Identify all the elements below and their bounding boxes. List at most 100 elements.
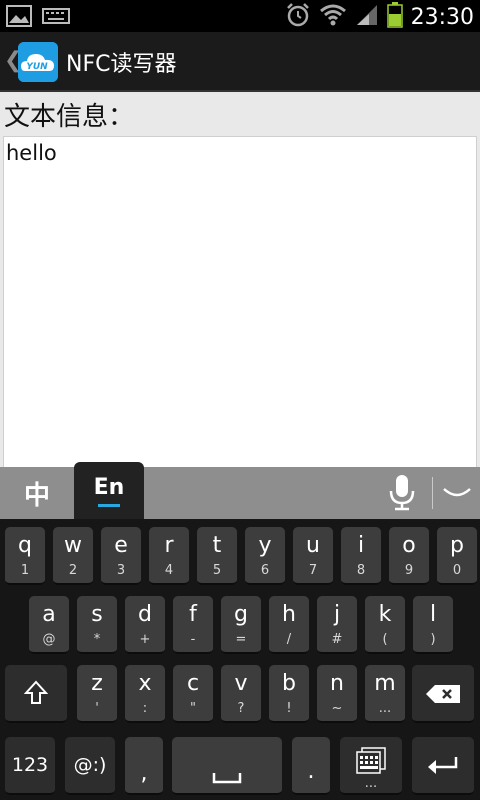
key-t[interactable]: t5 (197, 527, 237, 585)
key-enter[interactable] (412, 737, 474, 795)
key-label: l (429, 602, 437, 627)
key-u[interactable]: u7 (293, 527, 333, 585)
key-sub-label: : (142, 701, 148, 716)
alarm-icon (285, 2, 311, 32)
key-backspace[interactable] (412, 665, 474, 723)
key-shift[interactable] (5, 665, 67, 723)
lang-chinese-label: 中 (23, 480, 50, 511)
clock: 23:30 (410, 4, 474, 30)
shift-icon (24, 680, 48, 704)
key-sub-label: 1 (20, 563, 30, 578)
text-info-field[interactable]: hello (3, 136, 477, 468)
key-123[interactable]: 123 (5, 737, 55, 795)
key-label: b (282, 671, 296, 696)
key-s[interactable]: s * (77, 596, 117, 654)
key-label: r (164, 533, 174, 558)
key-sub-label: ' (95, 701, 99, 716)
key-label: f (189, 602, 197, 627)
keyboard-toolbar: 中 En (0, 462, 480, 519)
key-label: q (18, 533, 32, 558)
key-sub-label: ! (286, 701, 292, 716)
key-b[interactable]: b! (269, 665, 309, 723)
key-l[interactable]: l) (413, 596, 453, 654)
key-label: p (450, 533, 464, 558)
key-sub-label: + (139, 632, 151, 647)
hide-keyboard-icon[interactable] (440, 481, 474, 505)
key-h[interactable]: h / (269, 596, 309, 654)
status-bar: 23:30 (0, 0, 480, 32)
key-k[interactable]: k( (365, 596, 405, 654)
key-space[interactable] (172, 737, 282, 795)
key-sub-label: ... (378, 701, 392, 716)
lang-chinese-tab[interactable]: 中 (0, 467, 74, 519)
key-label: h (282, 602, 296, 627)
key-i[interactable]: i8 (341, 527, 381, 585)
key-f[interactable]: f- (173, 596, 213, 654)
key-comma[interactable]: , (125, 737, 163, 795)
key-label: x (138, 671, 152, 696)
key-label: e (114, 533, 128, 558)
key-g[interactable]: g = (221, 596, 261, 654)
grid-keyboard-icon (356, 747, 386, 774)
key-sub-label: / (286, 632, 292, 647)
key-o[interactable]: o9 (389, 527, 429, 585)
key-sub-label: @ (42, 632, 56, 647)
key-label: n (330, 671, 344, 696)
key-r[interactable]: r4 (149, 527, 189, 585)
key-c[interactable]: c " (173, 665, 213, 723)
key-w[interactable]: w2 (53, 527, 93, 585)
backspace-icon (426, 685, 460, 703)
key-m[interactable]: m... (365, 665, 405, 723)
key-emoticon[interactable]: @:) (65, 737, 115, 795)
key-label: g (234, 602, 248, 627)
key-v[interactable]: v? (221, 665, 261, 723)
key-sub-label: 3 (116, 563, 126, 578)
key-label: w (64, 533, 82, 558)
key-sub-label: " (190, 701, 196, 716)
key-d[interactable]: d + (125, 596, 165, 654)
key-y[interactable]: y6 (245, 527, 285, 585)
text-info-label: 文本信息： (4, 102, 135, 132)
key-label: m (374, 671, 396, 696)
key-n[interactable]: n ~ (317, 665, 357, 723)
key-x[interactable]: x: (125, 665, 165, 723)
app-title: NFC读写器 (66, 52, 177, 77)
key-sub-label: 6 (260, 563, 270, 578)
key-a[interactable]: a @ (29, 596, 69, 654)
key-sub-label: 7 (308, 563, 318, 578)
key-label: o (402, 533, 416, 558)
key-label: k (378, 602, 392, 627)
key-sub-label: 8 (356, 563, 366, 578)
key-keyboard-switch[interactable]: ... (340, 737, 402, 795)
key-keyboard-switch-sub: ... (364, 776, 378, 791)
keyboard-icon (42, 5, 70, 31)
key-period-label: . (307, 759, 315, 784)
key-e[interactable]: e3 (101, 527, 141, 585)
image-icon (6, 5, 32, 31)
key-q[interactable]: q1 (5, 527, 45, 585)
lang-english-tab[interactable]: En (74, 462, 144, 519)
key-j[interactable]: j # (317, 596, 357, 654)
signal-icon (355, 3, 379, 31)
key-sub-label: # (331, 632, 343, 647)
key-label: c (186, 671, 200, 696)
app-logo[interactable]: YUN (18, 42, 58, 82)
wifi-icon (319, 3, 347, 31)
space-icon (212, 773, 242, 784)
key-sub-label: ~ (331, 701, 343, 716)
battery-icon (386, 2, 403, 32)
key-sub-label: - (190, 632, 196, 647)
action-bar: ❮ YUN NFC读写器 (0, 32, 480, 92)
key-z[interactable]: z ' (77, 665, 117, 723)
key-label: z (91, 671, 103, 696)
key-sub-label: 4 (164, 563, 174, 578)
key-label: a (42, 602, 56, 627)
key-sub-label: 2 (68, 563, 78, 578)
key-label: i (357, 533, 365, 558)
key-label: u (306, 533, 320, 558)
microphone-icon[interactable] (386, 473, 418, 513)
key-p[interactable]: p0 (437, 527, 477, 585)
key-label: y (258, 533, 272, 558)
main-content: 文本信息： hello (0, 94, 480, 468)
key-period[interactable]: . (292, 737, 330, 795)
